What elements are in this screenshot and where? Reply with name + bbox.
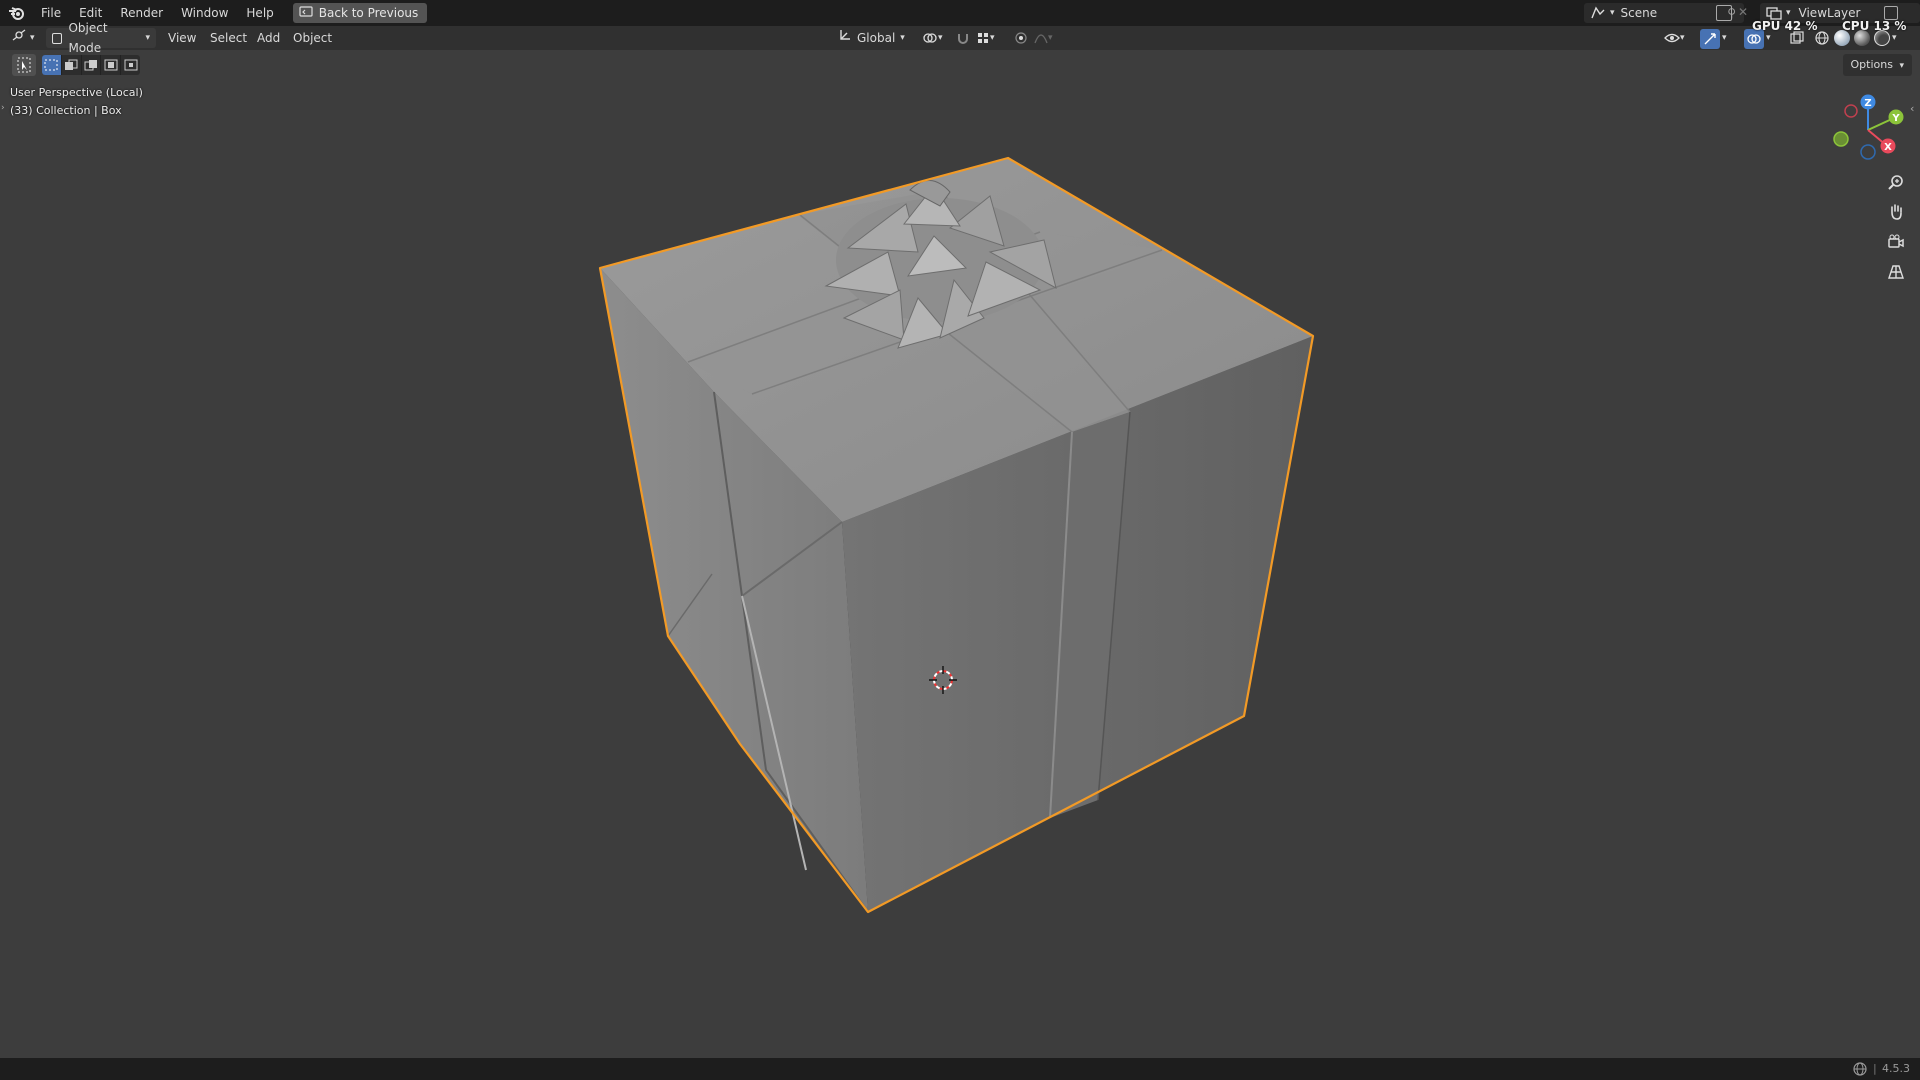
svg-text:Y: Y xyxy=(1891,113,1900,124)
zoom-icon[interactable] xyxy=(1882,168,1910,196)
navigation-gizmo[interactable]: Z Y X xyxy=(1822,92,1912,164)
gizmo-z-axis[interactable]: Z xyxy=(1860,94,1876,110)
gizmo-y-axis[interactable]: Y xyxy=(1888,109,1904,125)
gpu-usage: GPU 42 % xyxy=(1752,19,1818,33)
gift-box-object[interactable] xyxy=(598,156,1315,914)
pan-hand-icon[interactable] xyxy=(1882,198,1910,226)
viewport-3d-scene[interactable] xyxy=(0,0,1920,1080)
svg-text:Z: Z xyxy=(1864,98,1871,109)
camera-view-icon[interactable] xyxy=(1882,228,1910,256)
network-globe-icon[interactable] xyxy=(1852,1061,1868,1080)
status-bar: | 4.5.3 xyxy=(0,1058,1920,1080)
cpu-usage: CPU 13 % xyxy=(1842,19,1907,33)
svg-text:X: X xyxy=(1884,142,1892,153)
version-label: 4.5.3 xyxy=(1882,1062,1910,1075)
gizmo-x-axis[interactable]: X xyxy=(1880,138,1896,154)
perspective-grid-icon[interactable] xyxy=(1882,258,1910,286)
